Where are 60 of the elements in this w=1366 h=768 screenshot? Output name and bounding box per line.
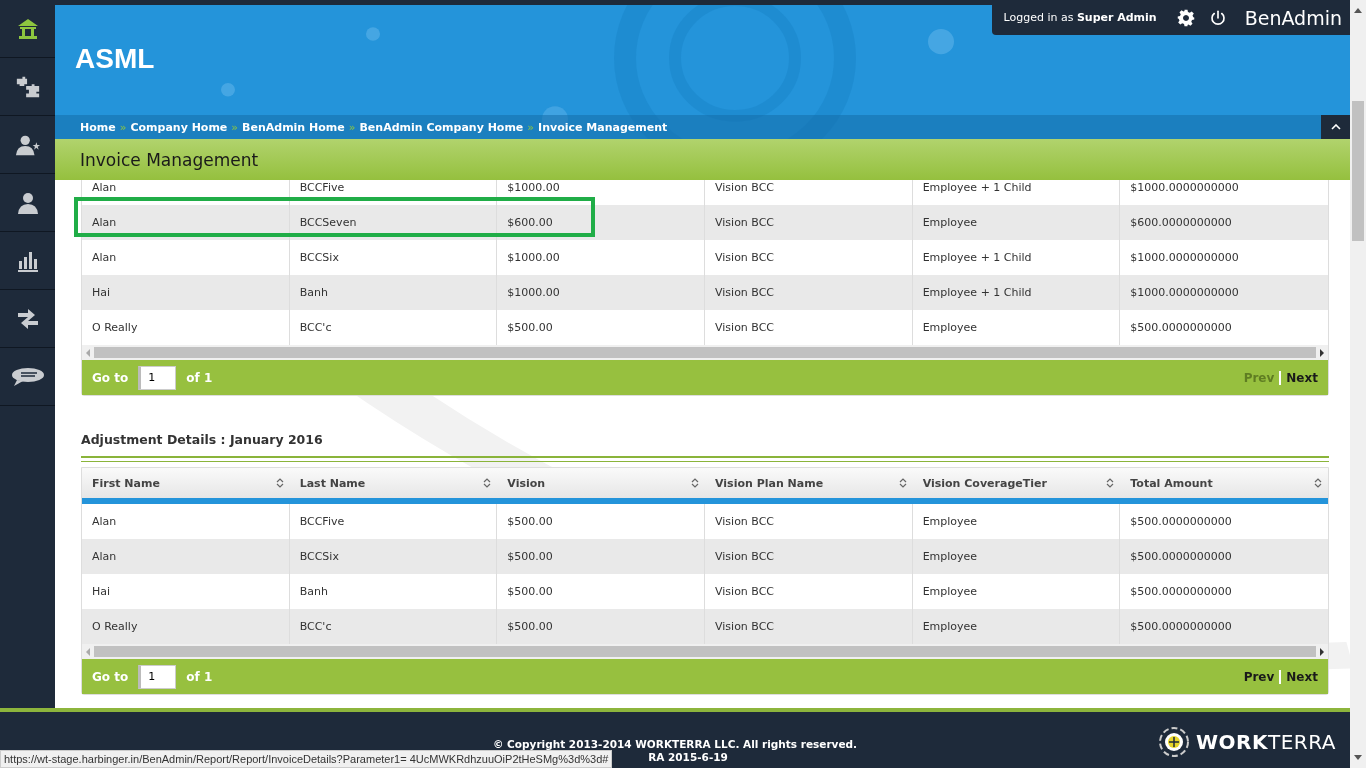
- scroll-up-arrow[interactable]: [1354, 8, 1362, 13]
- page-count: of 1: [186, 370, 213, 385]
- worktterra-logo-icon: [1158, 726, 1190, 758]
- status-url: https://wt-stage.harbinger.in/BenAdmin/Report/Report/InvoiceDetails?Parameter1= 4UcMWKRdhzuuOiP2tHeSMg%3d%3d#: [0, 750, 613, 768]
- table-cell-text: $1000.0000000000: [1129, 250, 1240, 266]
- table-cell-text: $500.0000000000: [1129, 619, 1233, 635]
- column-header[interactable]: Vision Plan Name: [705, 468, 913, 498]
- breadcrumb-link[interactable]: Company Home: [130, 120, 228, 134]
- sort-icon: [483, 477, 492, 489]
- breadcrumb-link[interactable]: BenAdmin Home: [242, 120, 345, 134]
- prev-link[interactable]: Prev: [1243, 669, 1275, 684]
- login-status: Logged in as Super Admin: [1003, 11, 1157, 24]
- column-header[interactable]: First Name: [82, 468, 290, 498]
- column-header[interactable]: Vision CoverageTier: [912, 468, 1121, 498]
- next-link[interactable]: Next: [1286, 669, 1318, 684]
- next-link[interactable]: Next: [1286, 370, 1318, 385]
- horizontal-scrollbar[interactable]: [82, 644, 1328, 659]
- breadcrumb-separator: »: [348, 120, 356, 134]
- breadcrumb-link[interactable]: Home: [80, 120, 116, 134]
- section-heading: Adjustment Details : January 2016: [81, 432, 324, 447]
- column-header[interactable]: Total Amount: [1120, 468, 1328, 498]
- collapse-button[interactable]: [1321, 115, 1350, 139]
- table-cell-text: $500.0000000000: [1129, 584, 1233, 600]
- sort-icon: [1314, 477, 1322, 489]
- table-cell-text: $500.0000000000: [1129, 514, 1233, 530]
- page-input[interactable]: 1: [138, 365, 177, 390]
- caret-up-icon: [1330, 124, 1341, 130]
- page-input[interactable]: 1: [138, 664, 177, 689]
- table-cell-text: $500.0000000000: [1129, 549, 1233, 565]
- goto-label: Go to: [92, 370, 129, 385]
- goto-label: Go to: [92, 669, 129, 684]
- table-cell-text: $600.0000000000: [1129, 215, 1233, 231]
- scroll-thumb[interactable]: [1352, 101, 1364, 241]
- page-title: Invoice Management: [80, 149, 259, 170]
- breadcrumb-separator: »: [119, 120, 127, 134]
- vertical-scrollbar[interactable]: [1350, 0, 1366, 768]
- sort-icon: [275, 477, 284, 489]
- app-name: BenAdmin: [1244, 6, 1342, 29]
- settings-icon[interactable]: [1176, 8, 1195, 27]
- column-header[interactable]: Vision: [497, 468, 705, 498]
- chat-bubble-icon: [10, 366, 45, 387]
- puzzle-icon: [14, 74, 41, 99]
- column-header[interactable]: Last Name: [289, 468, 498, 498]
- company-name: ASML: [75, 43, 155, 75]
- breadcrumb-separator: »: [527, 120, 535, 134]
- breadcrumb-link[interactable]: BenAdmin Company Home: [359, 120, 524, 134]
- page-count: of 1: [186, 669, 213, 684]
- power-icon[interactable]: [1208, 8, 1227, 27]
- sort-icon: [1106, 477, 1115, 489]
- breadcrumb-link[interactable]: Invoice Management: [538, 120, 668, 134]
- table-cell-text: $500.0000000000: [1129, 320, 1233, 336]
- horizontal-scrollbar[interactable]: [82, 345, 1328, 360]
- table-cell-text: $1000.0000000000: [1129, 180, 1240, 196]
- version-text: RA 2015-6-19: [647, 751, 728, 764]
- breadcrumb-separator: »: [231, 120, 239, 134]
- sort-icon: [898, 477, 907, 489]
- brand-name: WORKTERRA: [1196, 730, 1336, 754]
- copyright-text: © Copyright 2013-2014 WORKTERRA LLC. All rights reserved.: [492, 738, 858, 751]
- table-cell-text: $1000.0000000000: [1129, 285, 1240, 301]
- sort-icon: [691, 477, 699, 489]
